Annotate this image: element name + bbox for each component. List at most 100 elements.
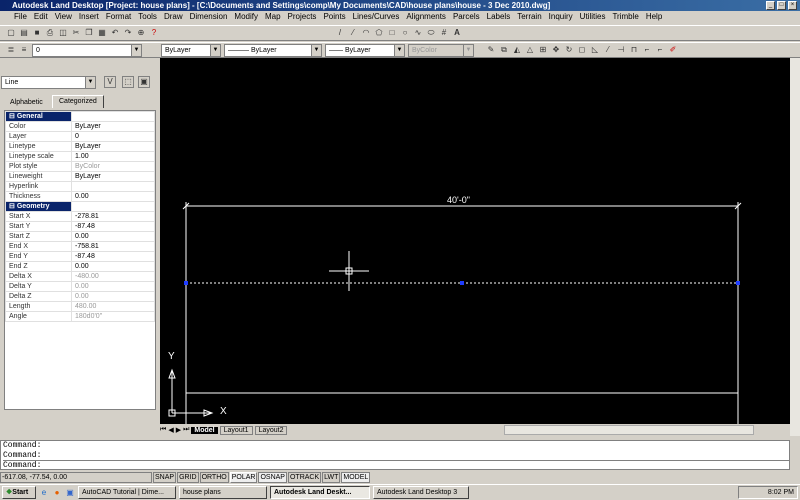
property-value[interactable]: 1.00 <box>71 151 155 162</box>
cut-icon[interactable]: ✂ <box>71 28 81 38</box>
polygon-icon[interactable]: ⬠ <box>374 28 384 38</box>
preview-icon[interactable]: ◫ <box>58 28 68 38</box>
copy-object-icon[interactable]: ⧉ <box>499 45 509 55</box>
tab-layout2[interactable]: Layout2 <box>254 425 288 435</box>
property-row[interactable]: Plot style ByColor <box>5 161 155 172</box>
category-label[interactable]: ⊟ Geometry <box>5 201 72 212</box>
property-row[interactable]: Angle 180d0'0" <box>5 311 155 322</box>
circle-icon[interactable]: ○ <box>400 28 410 38</box>
property-row[interactable]: Start Z 0.00 <box>5 231 155 242</box>
fillet-icon[interactable]: ⌐ <box>655 45 665 55</box>
new-icon[interactable]: ▢ <box>6 28 16 38</box>
horizontal-scrollbar[interactable] <box>504 425 755 435</box>
property-row[interactable]: Linetype ByLayer <box>5 141 155 152</box>
ortho-toggle[interactable]: ORTHO <box>199 472 229 483</box>
property-value[interactable]: 0 <box>71 131 155 142</box>
layer-combo[interactable]: 0 ▼ <box>32 43 142 57</box>
spline-icon[interactable]: ∿ <box>413 28 423 38</box>
tab-layout1[interactable]: Layout1 <box>219 425 253 435</box>
task-house-plans[interactable]: house plans <box>179 486 267 499</box>
lwt-toggle[interactable]: LWT <box>322 472 341 483</box>
prev-tab-arrow[interactable]: ◀ <box>168 426 173 434</box>
property-row[interactable]: Start Y -87.48 <box>5 221 155 232</box>
property-row[interactable]: Thickness 0.00 <box>5 191 155 202</box>
line-icon[interactable]: / <box>335 28 345 38</box>
minimize-button[interactable]: _ <box>766 1 775 10</box>
snap-toggle[interactable]: SNAP <box>153 472 177 483</box>
chamfer-icon[interactable]: ⌐ <box>642 45 652 55</box>
property-row[interactable]: Start X -278.81 <box>5 211 155 222</box>
menu-format[interactable]: Format <box>106 11 131 23</box>
menu-points[interactable]: Points <box>323 11 345 23</box>
property-row[interactable]: Delta Y 0.00 <box>5 281 155 292</box>
chevron-down-icon[interactable]: ▼ <box>85 77 95 88</box>
hatch-icon[interactable]: # <box>439 28 449 38</box>
select-objects-icon[interactable]: ⬚ <box>122 76 134 88</box>
property-value[interactable]: 0.00 <box>71 191 155 202</box>
property-value[interactable]: ByLayer <box>71 121 155 132</box>
last-tab-arrow[interactable]: ⏭ <box>183 426 189 434</box>
ie-icon[interactable]: e <box>39 488 49 498</box>
grip[interactable] <box>736 281 740 285</box>
paste-icon[interactable]: ▦ <box>97 28 107 38</box>
break-icon[interactable]: ⊓ <box>629 45 639 55</box>
property-row[interactable]: End Z 0.00 <box>5 261 155 272</box>
chevron-down-icon[interactable]: ▼ <box>311 44 321 56</box>
menu-map[interactable]: Map <box>265 11 281 23</box>
property-row[interactable]: Lineweight ByLayer <box>5 171 155 182</box>
menu-labels[interactable]: Labels <box>487 11 511 23</box>
property-value[interactable]: ByLayer <box>71 171 155 182</box>
color-combo[interactable]: ByLayer ▼ <box>161 43 221 57</box>
text-icon[interactable]: A <box>452 28 462 38</box>
array-icon[interactable]: ⊞ <box>538 45 548 55</box>
layer-previous-icon[interactable]: ≡ <box>19 45 29 55</box>
model-toggle[interactable]: MODEL <box>341 472 371 483</box>
stretch-icon[interactable]: ◺ <box>590 45 600 55</box>
property-value[interactable]: -87.48 <box>71 221 155 232</box>
property-value[interactable]: -87.48 <box>71 251 155 262</box>
category-label[interactable]: ⊟ General <box>5 111 72 122</box>
extend-icon[interactable]: ⊣ <box>616 45 626 55</box>
menu-tools[interactable]: Tools <box>138 11 157 23</box>
rotate-icon[interactable]: ↻ <box>564 45 574 55</box>
tab-alphabetic[interactable]: Alphabetic <box>4 97 49 110</box>
dimension-line[interactable] <box>182 202 742 258</box>
property-value[interactable]: ByLayer <box>71 141 155 152</box>
scale-icon[interactable]: ◻ <box>577 45 587 55</box>
task-land-desktop[interactable]: Autodesk Land Deskt... <box>270 486 370 499</box>
otrack-toggle[interactable]: OTRACK <box>287 472 322 483</box>
selection-combo[interactable]: Line ▼ <box>1 76 96 89</box>
pickadd-icon[interactable]: ▣ <box>138 76 150 88</box>
next-tab-arrow[interactable]: ▶ <box>176 426 181 434</box>
property-row[interactable]: Length 480.00 <box>5 301 155 312</box>
start-button[interactable]: ❖Start <box>2 486 36 499</box>
ellipse-icon[interactable]: ⬭ <box>426 28 436 38</box>
undo-icon[interactable]: ↶ <box>110 28 120 38</box>
menu-utilities[interactable]: Utilities <box>580 11 606 23</box>
polyline-icon[interactable]: ⁄ <box>348 28 358 38</box>
menu-alignments[interactable]: Alignments <box>406 11 446 23</box>
property-value[interactable]: -758.81 <box>71 241 155 252</box>
menu-dimension[interactable]: Dimension <box>190 11 228 23</box>
chevron-down-icon[interactable]: ▼ <box>210 44 220 56</box>
menu-draw[interactable]: Draw <box>164 11 183 23</box>
tab-categorized[interactable]: Categorized <box>52 95 104 108</box>
zoom-icon[interactable]: ⊕ <box>136 28 146 38</box>
property-value[interactable]: -278.81 <box>71 211 155 222</box>
property-row[interactable]: Delta Z 0.00 <box>5 291 155 302</box>
first-tab-arrow[interactable]: ⏮ <box>160 426 166 434</box>
show-desktop-icon[interactable]: ▣ <box>65 488 75 498</box>
redo-icon[interactable]: ↷ <box>123 28 133 38</box>
save-icon[interactable]: ■ <box>32 28 42 38</box>
property-value[interactable]: 0.00 <box>71 261 155 272</box>
menu-inquiry[interactable]: Inquiry <box>549 11 573 23</box>
osnap-toggle[interactable]: OSNAP <box>258 472 287 483</box>
task-autocad-tutorial[interactable]: AutoCAD Tutorial | Dime... <box>78 486 176 499</box>
lineweight-combo[interactable]: —— ByLayer ▼ <box>325 43 405 57</box>
drawing-canvas[interactable]: 40'-0" Y X <box>160 58 790 424</box>
command-window[interactable]: Command: Command: Command: <box>0 440 790 470</box>
menu-insert[interactable]: Insert <box>79 11 99 23</box>
property-row[interactable]: Color ByLayer <box>5 121 155 132</box>
menu-modify[interactable]: Modify <box>234 11 258 23</box>
maximize-button[interactable]: □ <box>777 1 786 10</box>
